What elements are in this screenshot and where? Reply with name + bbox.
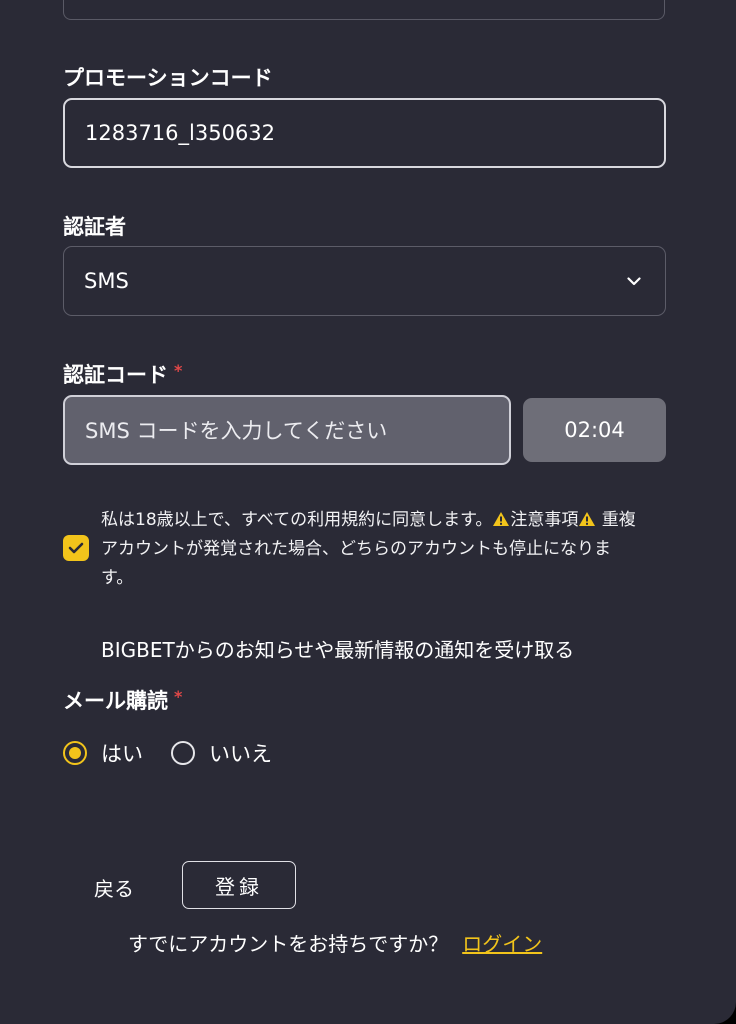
auth-method-label: 認証者 (63, 215, 126, 239)
required-mark: * (174, 687, 183, 706)
terms-text: 私は18歳以上で、すべての利用規約に同意します。 注意事項 重複アカウントが発覚さ… (101, 506, 641, 593)
back-button[interactable]: 戻る (94, 873, 134, 902)
auth-code-placeholder: SMS コードを入力してください (85, 419, 388, 443)
check-icon (68, 542, 84, 554)
mail-subscription-radio-group: はい いいえ (63, 738, 272, 768)
login-prompt-line: すでにアカウントをお持ちですか？ ログイン (128, 928, 542, 957)
previous-field-input[interactable] (63, 0, 665, 20)
terms-text-part2: 注意事項 (510, 510, 579, 530)
registration-panel: プロモーションコード 1283716_l350632 認証者 SMS 認証コード… (0, 0, 736, 1024)
auth-code-label-text: 認証コード (63, 363, 168, 387)
auth-code-label: 認証コード * (63, 359, 182, 389)
promo-code-value: 1283716_l350632 (85, 121, 276, 145)
terms-text-part1: 私は18歳以上で、すべての利用規約に同意します。 (101, 510, 493, 530)
promo-code-input[interactable]: 1283716_l350632 (63, 98, 666, 168)
auth-code-input[interactable]: SMS コードを入力してください (63, 395, 511, 465)
resend-timer-button[interactable]: 02:04 (523, 398, 666, 462)
chevron-down-icon (625, 272, 643, 290)
terms-checkbox[interactable] (63, 535, 89, 561)
register-button-label: 登録 (215, 874, 263, 899)
timer-text: 02:04 (564, 418, 625, 442)
login-link[interactable]: ログイン (462, 932, 542, 956)
radio-yes[interactable] (63, 741, 87, 765)
radio-yes-label[interactable]: はい (101, 738, 143, 768)
auth-method-select[interactable]: SMS (63, 246, 666, 316)
promo-code-label: プロモーションコード (63, 66, 273, 90)
mail-subscription-label: メール購読 * (63, 685, 182, 715)
auth-method-value: SMS (84, 269, 129, 293)
radio-no-label[interactable]: いいえ (209, 738, 272, 768)
warning-icon (579, 512, 596, 526)
radio-no[interactable] (171, 741, 195, 765)
radio-dot (69, 747, 81, 759)
mail-subscription-label-text: メール購読 (63, 689, 168, 713)
register-button[interactable]: 登録 (182, 861, 296, 909)
login-prompt-text: すでにアカウントをお持ちですか？ (128, 932, 449, 956)
notification-optin-text: BIGBETからのお知らせや最新情報の通知を受け取る (101, 638, 575, 662)
required-mark: * (174, 361, 183, 380)
warning-icon (493, 512, 510, 526)
